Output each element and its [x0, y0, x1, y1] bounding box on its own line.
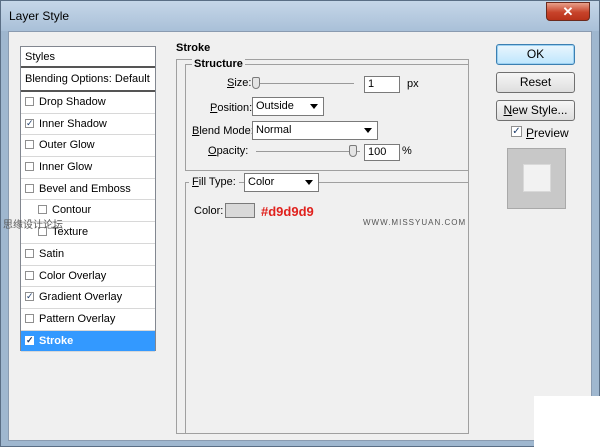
style-checkbox[interactable] [25, 140, 34, 150]
style-checkbox[interactable] [25, 162, 34, 172]
style-item-label: Drop Shadow [39, 96, 106, 108]
style-item-label: Inner Shadow [39, 117, 107, 130]
color-hex-annotation: #d9d9d9 [261, 204, 314, 219]
style-item-label: Contour [52, 204, 92, 217]
preview-inner-square [523, 164, 551, 192]
title-bar: Layer Style ✕ [1, 1, 599, 31]
preview-label: Preview [526, 126, 569, 140]
style-item-stroke[interactable]: ✓ Stroke [21, 330, 155, 353]
style-checkbox[interactable] [25, 97, 34, 106]
style-item-color-overlay[interactable]: Color Overlay [21, 266, 155, 288]
style-item-label: Gradient Overlay [39, 291, 123, 304]
styles-list: Styles Blending Options: Default Drop Sh… [20, 46, 156, 353]
style-checkbox[interactable] [25, 313, 34, 323]
style-item-label: Pattern Overlay [39, 312, 116, 325]
chevron-down-icon [364, 128, 372, 133]
reset-button[interactable]: Reset [496, 72, 575, 93]
style-checkbox[interactable] [25, 248, 34, 258]
opacity-label: Opacity: [208, 145, 249, 157]
style-item-inner-glow[interactable]: Inner Glow [21, 157, 155, 179]
styles-header[interactable]: Styles [21, 47, 155, 68]
style-item-gradient-overlay[interactable]: ✓ Gradient Overlay [21, 287, 155, 309]
size-input[interactable]: 1 [364, 76, 400, 93]
style-item-satin[interactable]: Satin [21, 244, 155, 266]
style-checkbox[interactable]: ✓ [25, 118, 34, 128]
close-icon: ✕ [562, 4, 574, 19]
corner-patch [534, 396, 600, 448]
style-item-label: Color Overlay [39, 269, 107, 282]
window-title: Layer Style [9, 9, 70, 23]
preview-checkbox[interactable]: ✓ [511, 126, 522, 137]
blend-mode-dropdown[interactable]: Normal [252, 121, 378, 140]
size-unit: px [407, 78, 419, 90]
fill-type-dropdown[interactable]: Color [244, 173, 319, 192]
checkmark-icon: ✓ [512, 126, 521, 137]
style-item-label: Bevel and Emboss [39, 182, 131, 195]
watermark-right-text: WWW.MISSYUAN.COM [363, 218, 467, 227]
style-preview-thumbnail [507, 148, 566, 209]
style-item-label: Inner Glow [39, 161, 93, 174]
style-checkbox[interactable]: ✓ [25, 335, 34, 345]
position-label: Position: [210, 102, 253, 114]
style-item-label: Outer Glow [39, 139, 95, 152]
size-slider-thumb[interactable] [252, 77, 260, 89]
dialog-body: Styles Blending Options: Default Drop Sh… [8, 31, 592, 441]
opacity-slider-thumb[interactable] [349, 145, 357, 157]
fill-type-label: Fill Type: [189, 176, 239, 188]
color-label: Color: [194, 205, 224, 217]
opacity-unit: % [402, 145, 412, 157]
position-dropdown[interactable]: Outside [252, 97, 324, 116]
style-item-label: Stroke [39, 334, 74, 347]
style-checkbox[interactable]: ✓ [25, 292, 34, 302]
style-item-drop-shadow[interactable]: Drop Shadow [21, 92, 155, 114]
chevron-down-icon [305, 180, 313, 185]
close-button[interactable]: ✕ [546, 2, 590, 21]
style-item-inner-shadow[interactable]: ✓ Inner Shadow [21, 114, 155, 136]
structure-title: Structure [192, 58, 245, 70]
layer-style-window: Layer Style ✕ Styles Blending Options: D… [0, 0, 600, 448]
style-checkbox[interactable] [38, 205, 47, 215]
style-item-outer-glow[interactable]: Outer Glow [21, 135, 155, 158]
chevron-down-icon [310, 104, 318, 109]
size-label: Size: [227, 77, 252, 89]
blending-options-item[interactable]: Blending Options: Default [21, 68, 155, 92]
color-swatch[interactable] [225, 203, 255, 218]
opacity-slider-track [256, 151, 360, 152]
opacity-input[interactable]: 100 [364, 144, 400, 161]
style-item-bevel-and-emboss[interactable]: Bevel and Emboss [21, 179, 155, 201]
blend-mode-label: Blend Mode: [192, 125, 254, 137]
style-item-pattern-overlay[interactable]: Pattern Overlay [21, 309, 155, 331]
style-item-label: Satin [39, 247, 65, 260]
ok-button[interactable]: OK [496, 44, 575, 65]
stroke-section-title: Stroke [176, 42, 211, 54]
new-style-button[interactable]: New Style... [496, 100, 575, 121]
watermark-left-text: 思缘设计论坛 [3, 220, 63, 231]
size-slider-track [252, 83, 354, 84]
style-checkbox[interactable] [25, 270, 34, 280]
style-checkbox[interactable] [25, 183, 34, 193]
